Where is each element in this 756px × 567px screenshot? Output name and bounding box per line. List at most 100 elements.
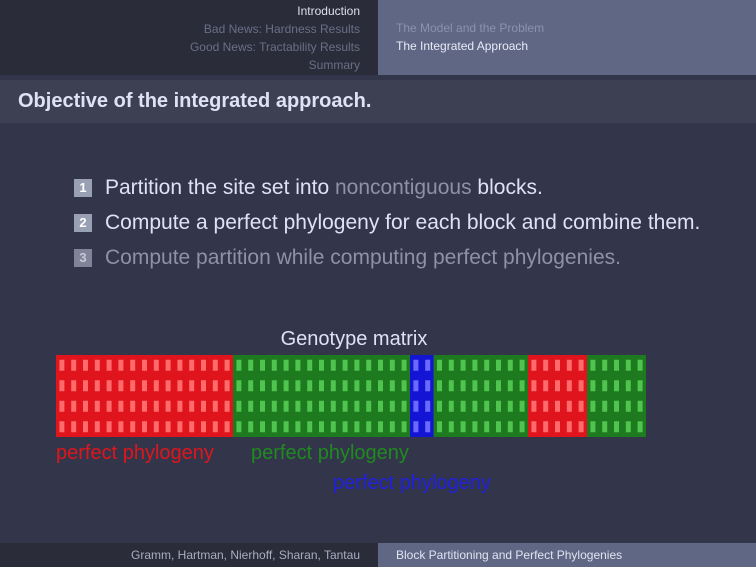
matrix-cell [118, 359, 124, 371]
matrix-cell [71, 359, 77, 371]
matrix-cell [566, 400, 572, 412]
matrix-cell [260, 421, 265, 433]
matrix-cell [496, 421, 501, 433]
matrix-cell [248, 359, 254, 371]
matrix-cell [531, 359, 537, 371]
matrix-cell [201, 380, 206, 392]
matrix-cell [106, 400, 112, 412]
matrix-cell [71, 380, 77, 392]
matrix-cell [165, 359, 171, 371]
matrix-cell [106, 380, 112, 392]
matrix-cell [295, 421, 301, 433]
matrix-cell [366, 359, 372, 371]
matrix-cell [130, 400, 136, 412]
matrix-cell [130, 421, 136, 433]
matrix-cell [460, 400, 466, 412]
matrix-cell [177, 421, 183, 433]
matrix-cell [389, 421, 395, 433]
matrix-cell [271, 359, 277, 371]
label-green-phylogeny: perfect phylogeny [251, 442, 409, 464]
matrix-cell [366, 400, 372, 412]
matrix-cell [212, 421, 218, 433]
matrix-cell [566, 359, 572, 371]
matrix-cell [83, 400, 88, 412]
footer-title: Block Partitioning and Perfect Phylogeni… [396, 548, 623, 562]
matrix-cell [201, 400, 206, 412]
matrix-cell [330, 400, 336, 412]
matrix-cell [130, 380, 136, 392]
matrix-cell [389, 359, 395, 371]
matrix-cell [94, 380, 100, 392]
matrix-cell [165, 380, 171, 392]
matrix-cell [153, 400, 159, 412]
matrix-cell [354, 400, 360, 412]
matrix-cell [555, 400, 560, 412]
matrix-cell [378, 380, 383, 392]
matrix-cell [519, 421, 525, 433]
matrix-cell [271, 380, 277, 392]
matrix-cell [153, 380, 159, 392]
matrix-cell [590, 380, 596, 392]
matrix-cell [153, 421, 159, 433]
matrix-cell [260, 359, 265, 371]
matrix-cell [401, 359, 407, 371]
matrix-cell [283, 400, 289, 412]
matrix-cell [437, 380, 442, 392]
matrix-cell [472, 359, 478, 371]
matrix-cell [625, 421, 631, 433]
matrix-cell [496, 359, 501, 371]
matrix-cell [401, 380, 407, 392]
footer-authors: Gramm, Hartman, Nierhoff, Sharan, Tantau [131, 548, 360, 562]
matrix-cell [106, 359, 112, 371]
matrix-cell [354, 421, 360, 433]
matrix-cell [484, 421, 490, 433]
matrix-cell [425, 421, 431, 433]
matrix-cell [543, 421, 549, 433]
matrix-cell [283, 421, 289, 433]
matrix-cell [342, 380, 348, 392]
matrix-cell [578, 380, 584, 392]
matrix-cell [354, 359, 360, 371]
matrix-cell [484, 359, 490, 371]
matrix-cell [484, 380, 490, 392]
matrix-cell [177, 400, 183, 412]
matrix-cell [448, 359, 454, 371]
matrix-cell [283, 380, 289, 392]
matrix-cell [201, 421, 206, 433]
matrix-cell [602, 359, 608, 371]
matrix-cell [460, 359, 466, 371]
matrix-cell [330, 359, 336, 371]
matrix-cell [614, 400, 619, 412]
matrix-cell [496, 400, 501, 412]
matrix-cell [543, 400, 549, 412]
matrix-cell [625, 400, 631, 412]
matrix-cell [637, 421, 643, 433]
matrix-cell [177, 359, 183, 371]
matrix-cell [295, 359, 301, 371]
matrix-cell [496, 380, 501, 392]
matrix-cell [519, 400, 525, 412]
matrix-cell [248, 380, 254, 392]
matrix-cell [153, 359, 159, 371]
matrix-cell [366, 421, 372, 433]
matrix-cell [212, 359, 218, 371]
matrix-cell [212, 380, 218, 392]
matrix-cell [354, 380, 360, 392]
matrix-cell [248, 400, 254, 412]
matrix-cell [448, 400, 454, 412]
matrix-cell [437, 400, 442, 412]
matrix-cell [507, 359, 513, 371]
matrix-cell [590, 421, 596, 433]
matrix-cell [472, 380, 478, 392]
matrix-cell [342, 421, 348, 433]
matrix-cell [307, 421, 313, 433]
matrix-cell [637, 400, 643, 412]
matrix-cell [437, 421, 442, 433]
matrix-cell [71, 421, 77, 433]
matrix-cell [531, 380, 537, 392]
matrix-cell [71, 400, 77, 412]
matrix-cell [555, 359, 560, 371]
matrix-cell [189, 400, 195, 412]
matrix-cell [330, 421, 336, 433]
matrix-cell [566, 421, 572, 433]
